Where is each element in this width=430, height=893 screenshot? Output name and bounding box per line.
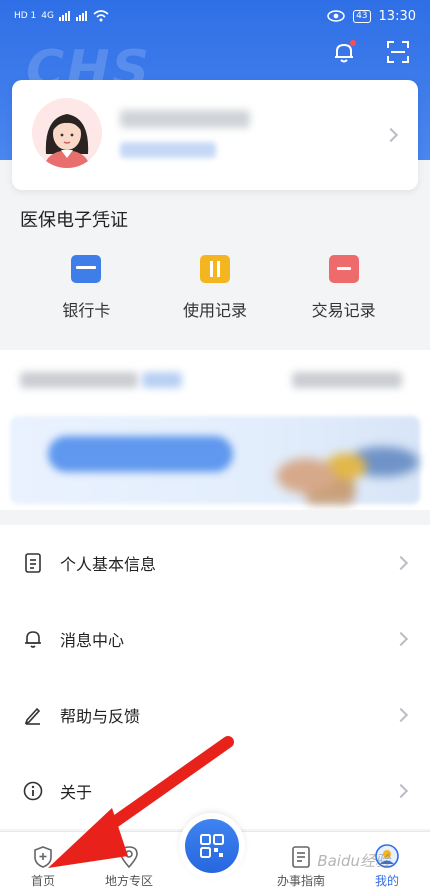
tab-label: 我的 — [374, 874, 399, 888]
chevron-right-icon — [393, 707, 409, 723]
quick-action-label: 交易记录 — [311, 301, 376, 320]
notification-dot — [350, 40, 356, 46]
info-icon — [22, 780, 44, 802]
transaction-record-icon — [328, 255, 359, 283]
qr-code-icon — [200, 834, 224, 858]
pen-icon — [22, 704, 44, 726]
settings-menu: 个人基本信息 消息中心 帮助与反馈 关于 — [0, 525, 430, 829]
menu-item-label: 帮助与反馈 — [60, 707, 141, 726]
menu-item-label: 关于 — [60, 783, 93, 802]
section-title: 医保电子凭证 — [20, 210, 128, 231]
blurred-text — [20, 372, 138, 388]
chevron-right-icon — [393, 783, 409, 799]
wifi-icon — [93, 10, 109, 22]
blurred-button — [48, 436, 233, 472]
signal-icon-2 — [76, 11, 88, 21]
profile-card[interactable] — [12, 80, 418, 190]
tab-label: 首页 — [30, 874, 55, 888]
tab-label: 办事指南 — [276, 874, 325, 888]
signal-icon — [59, 11, 71, 21]
scan-icon[interactable] — [384, 38, 412, 66]
clock: 13:30 — [378, 8, 416, 24]
tab-home[interactable]: 首页 — [0, 831, 86, 893]
guide-icon — [292, 846, 310, 868]
baidu-watermark: Baidu经验 — [317, 852, 390, 870]
quick-action-label: 银行卡 — [62, 301, 111, 320]
menu-item-help-feedback[interactable]: 帮助与反馈 — [0, 677, 430, 753]
user-id-redacted — [120, 142, 216, 158]
blurred-illustration — [258, 410, 418, 504]
user-name-redacted — [120, 110, 250, 128]
chevron-right-icon — [393, 555, 409, 571]
chevron-right-icon — [383, 127, 399, 143]
bank-card-icon — [71, 255, 102, 283]
usage-record-icon — [199, 255, 230, 283]
document-icon — [22, 552, 44, 574]
chevron-right-icon — [393, 631, 409, 647]
status-bar: HD 1 4G 43 13:30 — [0, 0, 430, 32]
quick-action-transaction-record[interactable]: 交易记录 — [289, 255, 399, 321]
tab-label: 地方专区 — [104, 874, 153, 888]
location-icon — [120, 846, 138, 869]
bell-icon[interactable] — [330, 38, 358, 66]
quick-action-usage-record[interactable]: 使用记录 — [160, 255, 270, 321]
menu-item-label: 消息中心 — [60, 631, 125, 650]
bell-icon — [22, 628, 44, 650]
quick-action-label: 使用记录 — [182, 301, 247, 320]
avatar[interactable] — [32, 98, 102, 168]
quick-actions: 银行卡 使用记录 交易记录 — [0, 255, 430, 321]
network-label: 4G — [41, 11, 54, 21]
tab-local-zone[interactable]: 地方专区 — [86, 831, 172, 893]
quick-action-bank-card[interactable]: 银行卡 — [31, 255, 141, 321]
promo-banner-redacted[interactable] — [0, 350, 430, 510]
sim1-badge: HD 1 — [14, 11, 37, 21]
qr-code-button[interactable] — [179, 813, 245, 879]
blurred-text — [292, 372, 402, 388]
eye-icon — [327, 10, 345, 22]
menu-item-personal-info[interactable]: 个人基本信息 — [0, 525, 430, 601]
battery-icon: 43 — [353, 9, 371, 23]
menu-item-message-center[interactable]: 消息中心 — [0, 601, 430, 677]
menu-item-label: 个人基本信息 — [60, 555, 157, 574]
blurred-text — [142, 372, 182, 388]
shield-plus-icon — [34, 846, 52, 868]
